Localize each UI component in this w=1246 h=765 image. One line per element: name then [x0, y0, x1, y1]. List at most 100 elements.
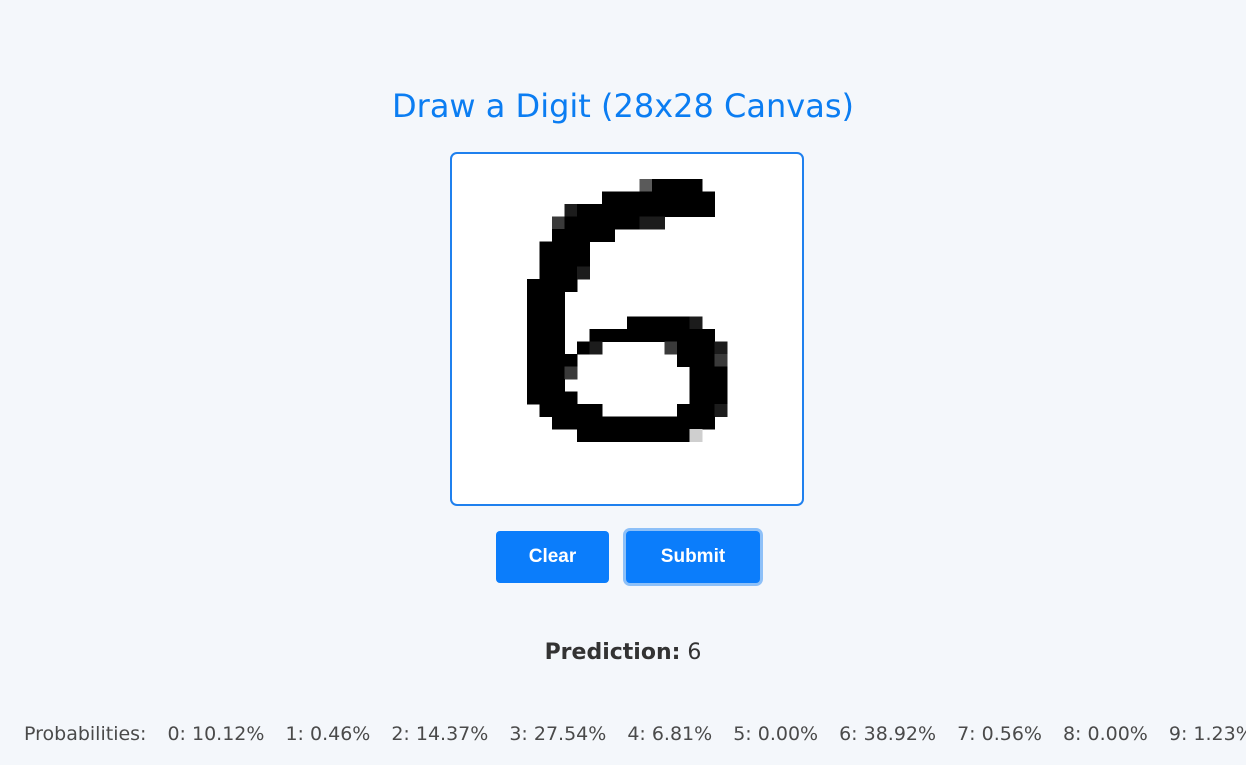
canvas-pixel [539, 266, 553, 280]
canvas-pixel [639, 179, 653, 192]
canvas-pixel [564, 391, 578, 405]
probabilities-row: Probabilities: 0: 10.12% 1: 0.46% 2: 14.… [24, 720, 1246, 748]
canvas-pixel [664, 329, 678, 342]
canvas-pixel [664, 179, 678, 192]
canvas-pixel [539, 354, 553, 367]
canvas-pixel [702, 204, 715, 217]
canvas-pixel [627, 316, 640, 330]
canvas-pixel [552, 304, 565, 317]
canvas-pixel [714, 404, 728, 417]
canvas-pixel [664, 416, 678, 430]
canvas-pixel [702, 379, 715, 392]
canvas-pixel [614, 216, 628, 230]
canvas-pixel [564, 229, 578, 242]
canvas-pixel [552, 229, 565, 242]
canvas-pixel [539, 279, 553, 292]
canvas-pixel [614, 329, 628, 342]
canvas-pixel [527, 316, 540, 330]
canvas-pixel [577, 216, 590, 230]
canvas-pixel [527, 341, 540, 355]
page-title: Draw a Digit (28x28 Canvas) [392, 87, 854, 125]
canvas-pixel [589, 216, 603, 230]
canvas-pixel [589, 329, 603, 342]
canvas-pixel [564, 366, 578, 380]
canvas-pixel [577, 204, 590, 217]
canvas-pixel [527, 366, 540, 380]
canvas-pixel [552, 316, 565, 330]
canvas-pixel [689, 191, 703, 205]
canvas-pixel [602, 191, 615, 205]
canvas-pixel [689, 366, 703, 380]
canvas-pixel [539, 391, 553, 405]
canvas-pixel [689, 316, 703, 330]
canvas-pixel [552, 416, 565, 430]
clear-button[interactable]: Clear [496, 531, 609, 583]
canvas-pixel [639, 416, 653, 430]
canvas-pixel [702, 354, 715, 367]
canvas-pixel [664, 341, 678, 355]
canvas-pixel [714, 379, 728, 392]
canvas-pixel [539, 329, 553, 342]
canvas-pixel [552, 266, 565, 280]
canvas-pixel [677, 316, 690, 330]
digit-drawing[interactable] [452, 154, 802, 504]
canvas-pixel [627, 416, 640, 430]
canvas-pixel [652, 429, 665, 442]
probability-item: 4: 6.81% [627, 723, 713, 745]
probability-item: 9: 1.23% [1168, 723, 1246, 745]
canvas-pixel [552, 366, 565, 380]
canvas-pixel [714, 354, 728, 367]
probability-item: 5: 0.00% [733, 723, 819, 745]
canvas-pixel [552, 354, 565, 367]
drawing-canvas[interactable] [450, 152, 804, 506]
page: Draw a Digit (28x28 Canvas) Clear Submit… [0, 0, 1246, 765]
canvas-pixel [527, 391, 540, 405]
canvas-pixel [552, 291, 565, 305]
canvas-pixel [652, 316, 665, 330]
canvas-pixel [689, 379, 703, 392]
prediction-value: 6 [687, 640, 702, 665]
canvas-pixel [564, 216, 578, 230]
canvas-pixel [664, 191, 678, 205]
canvas-pixel [639, 204, 653, 217]
canvas-pixel [652, 191, 665, 205]
canvas-pixel [677, 341, 690, 355]
canvas-pixel [564, 241, 578, 255]
canvas-pixel [702, 416, 715, 430]
canvas-pixel [577, 229, 590, 242]
canvas-pixel [689, 204, 703, 217]
canvas-pixel [564, 279, 578, 292]
canvas-pixel [577, 341, 590, 355]
canvas-pixel [677, 179, 690, 192]
submit-button[interactable]: Submit [626, 531, 760, 583]
prediction-label: Prediction: [544, 640, 681, 665]
canvas-pixel [527, 291, 540, 305]
canvas-pixel [627, 191, 640, 205]
canvas-pixel [564, 204, 578, 217]
canvas-pixel [689, 404, 703, 417]
probability-item: 8: 0.00% [1062, 723, 1148, 745]
canvas-pixel [589, 341, 603, 355]
canvas-pixel [564, 254, 578, 267]
canvas-pixel [589, 204, 603, 217]
canvas-pixel [602, 204, 615, 217]
canvas-pixel [527, 329, 540, 342]
canvas-pixel [652, 416, 665, 430]
canvas-pixel [552, 379, 565, 392]
canvas-pixel [564, 354, 578, 367]
canvas-pixel [552, 404, 565, 417]
canvas-pixel [589, 416, 603, 430]
canvas-pixel [639, 316, 653, 330]
canvas-pixel [689, 179, 703, 192]
canvas-pixel [677, 416, 690, 430]
canvas-pixel [539, 241, 553, 255]
canvas-pixel [539, 366, 553, 380]
canvas-pixel [539, 316, 553, 330]
probability-item: 3: 27.54% [509, 723, 607, 745]
canvas-pixel [627, 216, 640, 230]
canvas-pixel [689, 391, 703, 405]
canvas-pixel [552, 341, 565, 355]
canvas-pixel [539, 341, 553, 355]
canvas-pixel [577, 429, 590, 442]
canvas-pixel [614, 191, 628, 205]
